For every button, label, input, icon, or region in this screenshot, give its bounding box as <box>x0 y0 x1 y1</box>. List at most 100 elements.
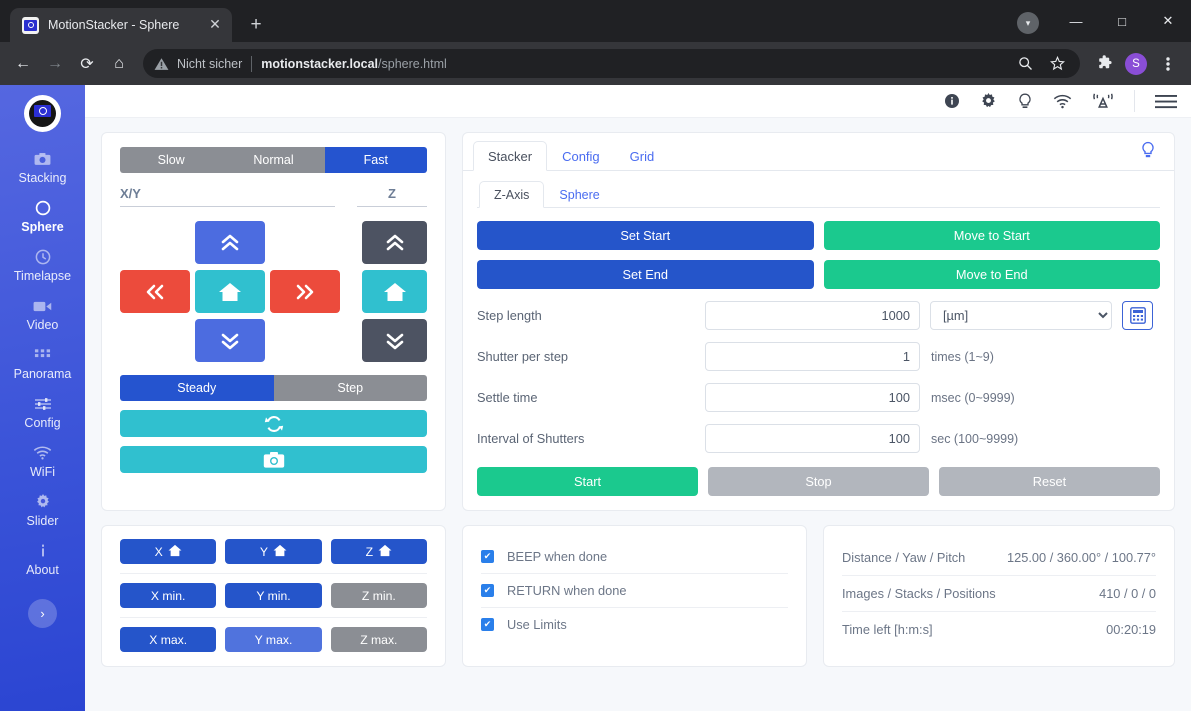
sidebar-item-label: Config <box>24 416 60 430</box>
info-icon[interactable] <box>944 93 960 109</box>
option-label: BEEP when done <box>507 549 607 564</box>
sidebar-item-panorama[interactable]: Panorama <box>0 340 85 389</box>
search-icon[interactable] <box>1010 49 1040 79</box>
jog-xy-up[interactable] <box>195 221 265 264</box>
axis-button-z-min[interactable]: Z min. <box>331 583 427 608</box>
step-length-unit-select[interactable]: [µm] <box>930 301 1112 330</box>
jog-xy-left[interactable] <box>120 270 190 313</box>
url-path: /sphere.html <box>378 57 447 71</box>
step-length-input[interactable] <box>705 301 920 330</box>
axis-button-y[interactable]: Y <box>225 539 321 564</box>
home-icon[interactable]: ⌂ <box>104 49 134 79</box>
sidebar-item-label: Panorama <box>14 367 72 381</box>
interval-of-shutters-input[interactable] <box>705 424 920 453</box>
move-to-start-button[interactable]: Move to Start <box>824 221 1161 250</box>
puzzle-icon[interactable] <box>1089 49 1119 79</box>
gear-icon[interactable] <box>980 93 997 110</box>
reset-button[interactable]: Reset <box>939 467 1160 496</box>
stop-button[interactable]: Stop <box>708 467 929 496</box>
tab-title: MotionStacker - Sphere <box>48 18 206 32</box>
tab-grid[interactable]: Grid <box>615 141 670 171</box>
move-to-end-button[interactable]: Move to End <box>824 260 1161 289</box>
axis-button-z-max[interactable]: Z max. <box>331 627 427 652</box>
jog-z-down[interactable] <box>362 319 427 362</box>
start-end-buttons: Set Start Move to Start Set End Move to … <box>477 221 1160 289</box>
panel-tabs: StackerConfigGrid <box>463 133 1174 171</box>
chevron-down-icon[interactable]: ▾ <box>1017 12 1039 34</box>
option-row[interactable]: BEEP when done <box>481 540 788 573</box>
run-actions: Start Stop Reset <box>477 467 1160 496</box>
kebab-icon[interactable] <box>1153 49 1183 79</box>
tab-config[interactable]: Config <box>547 141 615 171</box>
home-icon <box>378 544 392 560</box>
hamburger-icon[interactable] <box>1155 94 1177 109</box>
axis-button-z[interactable]: Z <box>331 539 427 564</box>
help-lightbulb-icon[interactable] <box>1140 141 1162 170</box>
checkbox[interactable] <box>481 584 494 597</box>
speed-option-slow[interactable]: Slow <box>120 147 222 173</box>
mode-option-step[interactable]: Step <box>274 375 428 401</box>
status-key: Time left [h:m:s] <box>842 622 933 637</box>
shutter-per-step-input[interactable] <box>705 342 920 371</box>
minimize-button[interactable]: — <box>1053 0 1099 42</box>
back-icon[interactable]: ← <box>8 49 38 79</box>
close-icon[interactable]: ✕ <box>206 16 224 34</box>
mode-option-steady[interactable]: Steady <box>120 375 274 401</box>
refresh-button[interactable] <box>120 410 427 437</box>
speed-option-normal[interactable]: Normal <box>222 147 324 173</box>
start-button[interactable]: Start <box>477 467 698 496</box>
sidebar-item-slider[interactable]: Slider <box>0 487 85 536</box>
axis-button-y-min[interactable]: Y min. <box>225 583 321 608</box>
sidebar-item-config[interactable]: Config <box>0 389 85 438</box>
new-tab-button[interactable]: + <box>242 11 270 39</box>
subtab-sphere[interactable]: Sphere <box>544 181 614 208</box>
set-start-button[interactable]: Set Start <box>477 221 814 250</box>
axis-button-y-max[interactable]: Y max. <box>225 627 321 652</box>
sidebar-item-wifi[interactable]: WiFi <box>0 438 85 487</box>
maximize-button[interactable]: □ <box>1099 0 1145 42</box>
forward-icon[interactable]: → <box>40 49 70 79</box>
checkbox[interactable] <box>481 550 494 563</box>
axis-button-x-max[interactable]: X max. <box>120 627 216 652</box>
reload-icon[interactable]: ⟳ <box>72 49 102 79</box>
divider <box>120 573 427 574</box>
jog-xy-right[interactable] <box>270 270 340 313</box>
wifi-icon[interactable] <box>1053 94 1072 109</box>
address-bar[interactable]: Nicht sicher motionstacker.local/sphere.… <box>143 49 1080 78</box>
settle-time-input[interactable] <box>705 383 920 412</box>
jog-xy-home[interactable] <box>195 270 265 313</box>
option-row[interactable]: RETURN when done <box>481 574 788 607</box>
axis-button-label: Z max. <box>360 633 397 647</box>
sidebar-item-video[interactable]: Video <box>0 291 85 340</box>
jog-z-up[interactable] <box>362 221 427 264</box>
option-row[interactable]: Use Limits <box>481 608 788 641</box>
axis-button-x[interactable]: X <box>120 539 216 564</box>
profile-avatar[interactable]: S <box>1121 49 1151 79</box>
not-secure-icon <box>154 57 169 71</box>
lightbulb-icon[interactable] <box>1017 93 1033 110</box>
sidebar-item-label: Timelapse <box>14 269 71 283</box>
tab-stacker[interactable]: Stacker <box>473 141 547 171</box>
set-end-button[interactable]: Set End <box>477 260 814 289</box>
browser-tab[interactable]: MotionStacker - Sphere ✕ <box>10 8 232 42</box>
star-icon[interactable] <box>1042 49 1072 79</box>
jog-xy-down[interactable] <box>195 319 265 362</box>
calculator-button[interactable] <box>1122 301 1153 330</box>
sidebar-item-stacking[interactable]: Stacking <box>0 144 85 193</box>
shutter-button[interactable] <box>120 446 427 473</box>
broadcast-icon[interactable] <box>1092 93 1114 109</box>
status-row: Time left [h:m:s]00:20:19 <box>842 612 1156 647</box>
sidebar-item-timelapse[interactable]: Timelapse <box>0 242 85 291</box>
subtab-z-axis[interactable]: Z-Axis <box>479 181 544 208</box>
sidebar-item-about[interactable]: About <box>0 536 85 585</box>
checkbox[interactable] <box>481 618 494 631</box>
sidebar-item-sphere[interactable]: Sphere <box>0 193 85 242</box>
speed-option-fast[interactable]: Fast <box>325 147 427 173</box>
window-close-button[interactable]: ✕ <box>1145 0 1191 42</box>
jog-z-home[interactable] <box>362 270 427 313</box>
info-icon <box>39 542 47 560</box>
axis-button-x-min[interactable]: X min. <box>120 583 216 608</box>
dashboard: SlowNormalFast X/Y Z <box>85 118 1191 711</box>
sidebar-collapse-toggle[interactable]: › <box>28 599 57 628</box>
panel-subtabs: Z-AxisSphere <box>477 181 1160 208</box>
